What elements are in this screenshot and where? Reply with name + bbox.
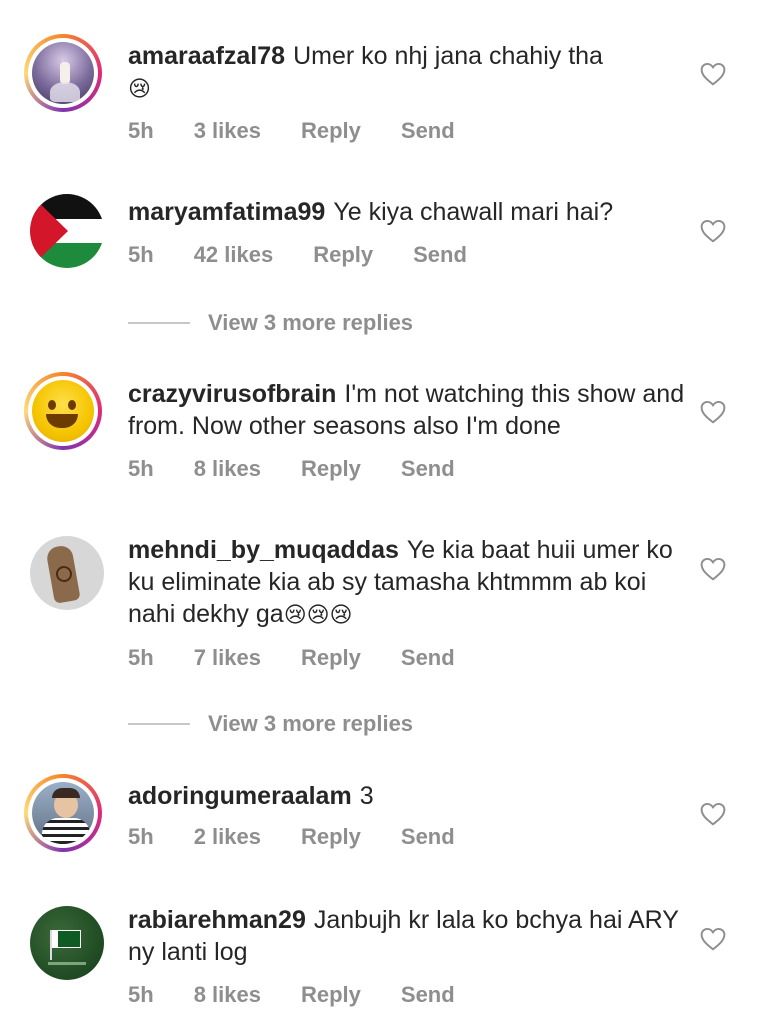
reply-button[interactable]: Reply [301, 982, 361, 1008]
comment-text: crazyvirusofbrain I'm not watching this s… [128, 378, 688, 442]
divider-line [128, 322, 190, 324]
timestamp: 5h [128, 456, 154, 481]
username[interactable]: rabiarehman29 [128, 906, 306, 934]
divider-line [128, 723, 190, 725]
send-button[interactable]: Send [401, 645, 455, 671]
username[interactable]: maryamfatima99 [128, 198, 325, 226]
comment-body: 3 [359, 782, 374, 810]
comment-text: adoringumeraalam 3 [128, 780, 688, 812]
reply-button[interactable]: Reply [301, 645, 361, 671]
crying-emoji: 😢😢😢 [283, 602, 353, 627]
heart-icon[interactable] [700, 219, 726, 243]
avatar[interactable] [24, 774, 102, 852]
likes-count[interactable]: 3 likes [194, 118, 261, 144]
likes-count[interactable]: 8 likes [194, 982, 261, 1008]
comment-text: maryamfatima99 Ye kiya chawall mari hai? [128, 196, 688, 228]
comment-meta: 5h 8 likes Reply Send [128, 456, 455, 482]
crying-emoji: 😢 [128, 76, 151, 101]
comment-text: mehndi_by_muqaddas Ye kia baat huii umer … [128, 534, 688, 631]
avatar[interactable] [30, 906, 104, 980]
comment-meta: 5h 7 likes Reply Send [128, 645, 455, 671]
send-button[interactable]: Send [401, 118, 455, 144]
send-button[interactable]: Send [401, 824, 455, 850]
comment-text: amaraafzal78 Umer ko nhj jana chahiy tha 😢 [128, 40, 688, 105]
heart-icon[interactable] [700, 557, 726, 581]
avatar[interactable] [30, 194, 104, 268]
heart-icon[interactable] [700, 400, 726, 424]
username[interactable]: mehndi_by_muqaddas [128, 536, 399, 564]
view-more-replies-button[interactable]: View 3 more replies [128, 310, 413, 336]
send-button[interactable]: Send [413, 242, 467, 268]
view-more-label[interactable]: View 3 more replies [208, 310, 413, 336]
comment-meta: 5h 2 likes Reply Send [128, 824, 455, 850]
avatar[interactable] [24, 372, 102, 450]
send-button[interactable]: Send [401, 456, 455, 482]
timestamp: 5h [128, 242, 154, 267]
comment-body: Umer ko nhj jana chahiy tha [293, 42, 603, 70]
flag-avatar-image [30, 194, 104, 268]
reply-button[interactable]: Reply [301, 824, 361, 850]
comment-body: Ye kiya chawall mari hai? [333, 198, 614, 226]
likes-count[interactable]: 42 likes [194, 242, 274, 268]
likes-count[interactable]: 8 likes [194, 456, 261, 482]
timestamp: 5h [128, 824, 154, 849]
heart-icon[interactable] [700, 927, 726, 951]
comment-meta: 5h 3 likes Reply Send [128, 118, 455, 144]
username[interactable]: amaraafzal78 [128, 42, 285, 70]
comment-text: rabiarehman29 Janbujh kr lala ko bchya ha… [128, 904, 688, 968]
avatar[interactable] [24, 34, 102, 112]
reply-button[interactable]: Reply [301, 118, 361, 144]
likes-count[interactable]: 7 likes [194, 645, 261, 671]
likes-count[interactable]: 2 likes [194, 824, 261, 850]
username[interactable]: adoringumeraalam [128, 782, 352, 810]
reply-button[interactable]: Reply [301, 456, 361, 482]
username[interactable]: crazyvirusofbrain [128, 380, 336, 408]
timestamp: 5h [128, 645, 154, 670]
view-more-label[interactable]: View 3 more replies [208, 711, 413, 737]
timestamp: 5h [128, 118, 154, 143]
timestamp: 5h [128, 982, 154, 1007]
heart-icon[interactable] [700, 62, 726, 86]
view-more-replies-button[interactable]: View 3 more replies [128, 711, 413, 737]
avatar[interactable] [30, 536, 104, 610]
reply-button[interactable]: Reply [313, 242, 373, 268]
send-button[interactable]: Send [401, 982, 455, 1008]
comment-meta: 5h 8 likes Reply Send [128, 982, 455, 1008]
heart-icon[interactable] [700, 802, 726, 826]
comment-meta: 5h 42 likes Reply Send [128, 242, 467, 268]
